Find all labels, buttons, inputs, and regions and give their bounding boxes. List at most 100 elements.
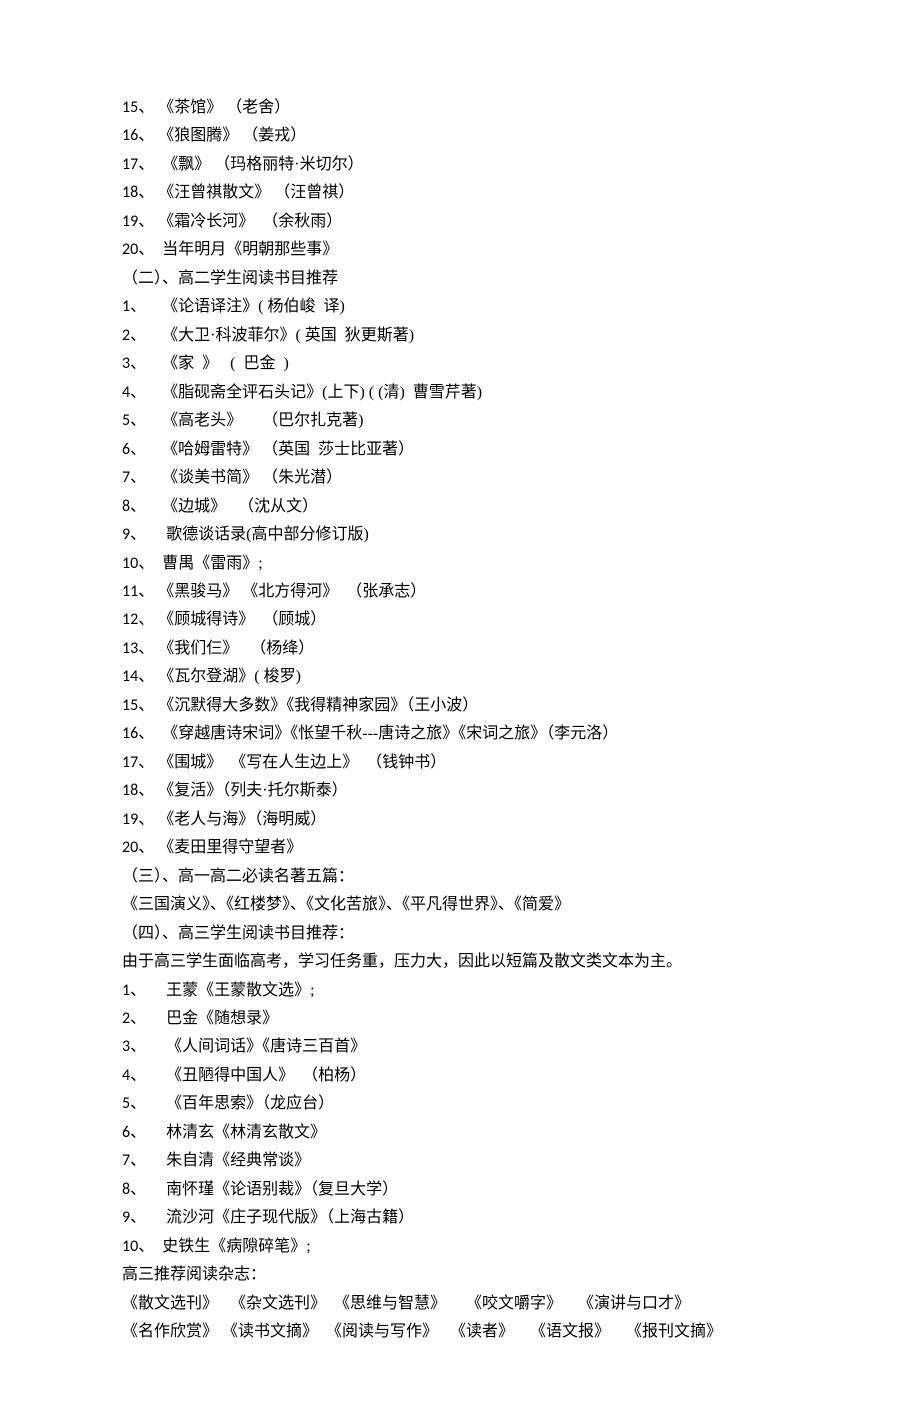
item-text: 《黑骏马》 《北方得河》 （张承志） — [158, 578, 426, 606]
section4-intro-text: 由于高三学生面临高考，学习任务重，压力大，因此以短篇及散文类文本为主。 — [122, 948, 682, 976]
item-text: 《麦田里得守望者》 — [158, 834, 302, 862]
magazine-title: 高三推荐阅读杂志： — [122, 1261, 810, 1289]
list-item: 10、 曹禺《雷雨》; — [122, 550, 810, 578]
list-item: 12、 《顾城得诗》 （顾城） — [122, 606, 810, 634]
section3-body: 《三国演义》、《红楼梦》、《文化苦旅》、《平凡得世界》、《简爱》 — [122, 891, 810, 919]
list-item: 6、 《哈姆雷特》 （英国 莎士比亚著） — [122, 436, 810, 464]
item-text: 《脂砚斋全评石头记》(上下) ( (清) 曹雪芹著) — [162, 379, 482, 407]
list-item: 3、 《人间词话》《唐诗三百首》 — [122, 1033, 810, 1061]
item-number: 4 — [122, 1062, 130, 1090]
item-separator: 、 — [130, 1033, 162, 1061]
list-item: 18、 《复活》（列夫·托尔斯泰） — [122, 777, 810, 805]
item-number: 8 — [122, 1176, 130, 1204]
list-item: 10、 史铁生《病隙碎笔》; — [122, 1233, 810, 1261]
item-text: 《人间词话》《唐诗三百首》 — [162, 1033, 366, 1061]
item-number: 14 — [122, 663, 138, 691]
item-number: 5 — [122, 407, 130, 435]
list-item: 4、 《丑陋得中国人》 （柏杨） — [122, 1062, 810, 1090]
item-text: 《汪曾祺散文》 （汪曾祺） — [158, 179, 354, 207]
magazine-title-text: 高三推荐阅读杂志： — [122, 1261, 266, 1289]
list-item: 1、 王蒙《王蒙散文选》; — [122, 977, 810, 1005]
item-text: 《瓦尔登湖》( 梭罗) — [158, 663, 301, 691]
item-separator: 、 — [130, 1204, 162, 1232]
item-text: 南怀瑾《论语别裁》（复旦大学） — [162, 1176, 398, 1204]
item-number: 10 — [122, 1233, 138, 1261]
item-number: 5 — [122, 1090, 130, 1118]
item-separator: 、 — [130, 464, 162, 492]
item-separator: 、 — [130, 493, 162, 521]
list-item: 11、 《黑骏马》 《北方得河》 （张承志） — [122, 578, 810, 606]
item-number: 3 — [122, 350, 130, 378]
item-separator: 、 — [138, 94, 158, 122]
item-text: 《家 》 ( 巴金 ) — [162, 350, 289, 378]
item-separator: 、 — [138, 834, 158, 862]
list-item: 9、 流沙河《庄子现代版》（上海古籍） — [122, 1204, 810, 1232]
item-number: 10 — [122, 550, 138, 578]
section2-title-text: （二）、高二学生阅读书目推荐 — [122, 265, 338, 293]
item-number: 19 — [122, 806, 138, 834]
item-text: 史铁生《病隙碎笔》; — [158, 1233, 310, 1261]
list-item: 7、 朱自清《经典常谈》 — [122, 1147, 810, 1175]
item-separator: 、 — [138, 749, 158, 777]
item-text: 《茶馆》 （老舍） — [158, 94, 290, 122]
item-separator: 、 — [138, 777, 158, 805]
list-item: 15、 《茶馆》 （老舍） — [122, 94, 810, 122]
item-text: 《百年思索》（龙应台） — [162, 1090, 334, 1118]
item-text: 《穿越唐诗宋词》《怅望千秋---唐诗之旅》《宋词之旅》（李元洛） — [158, 720, 618, 748]
item-text: 《边城》 （沈从文） — [162, 493, 318, 521]
item-separator: 、 — [138, 151, 158, 179]
list-item: 8、 《边城》 （沈从文） — [122, 493, 810, 521]
section4-list: 1、 王蒙《王蒙散文选》;2、 巴金《随想录》3、 《人间词话》《唐诗三百首》4… — [122, 977, 810, 1262]
list-item: 20、 《麦田里得守望者》 — [122, 834, 810, 862]
item-separator: 、 — [130, 1005, 162, 1033]
list-item: 14、 《瓦尔登湖》( 梭罗) — [122, 663, 810, 691]
item-separator: 、 — [138, 208, 158, 236]
list-item: 1、 《论语译注》( 杨伯峻 译) — [122, 293, 810, 321]
item-number: 8 — [122, 493, 130, 521]
item-number: 18 — [122, 179, 138, 207]
item-number: 1 — [122, 977, 130, 1005]
item-text: 《丑陋得中国人》 （柏杨） — [162, 1062, 366, 1090]
item-separator: 、 — [138, 720, 158, 748]
item-number: 17 — [122, 749, 138, 777]
item-text: 《狼图腾》 （姜戎） — [158, 122, 306, 150]
item-separator: 、 — [138, 236, 158, 264]
list-item: 2、 《大卫·科波菲尔》( 英国 狄更斯著) — [122, 322, 810, 350]
item-number: 15 — [122, 692, 138, 720]
item-number: 20 — [122, 834, 138, 862]
item-number: 17 — [122, 151, 138, 179]
item-separator: 、 — [130, 1176, 162, 1204]
list-item: 4、 《脂砚斋全评石头记》(上下) ( (清) 曹雪芹著) — [122, 379, 810, 407]
section2-list: 1、 《论语译注》( 杨伯峻 译)2、 《大卫·科波菲尔》( 英国 狄更斯著)3… — [122, 293, 810, 862]
magazine-line-2: 《名作欣赏》 《读书文摘》 《阅读与写作》 《读者》 《语文报》 《报刊文摘》 — [122, 1318, 810, 1346]
item-text: 歌德谈话录(高中部分修订版) — [162, 521, 369, 549]
item-separator: 、 — [130, 1090, 162, 1118]
item-separator: 、 — [138, 606, 158, 634]
item-separator: 、 — [130, 1062, 162, 1090]
item-text: 《大卫·科波菲尔》( 英国 狄更斯著) — [162, 322, 414, 350]
list-item: 5、 《百年思索》（龙应台） — [122, 1090, 810, 1118]
list-item: 16、 《狼图腾》 （姜戎） — [122, 122, 810, 150]
item-number: 6 — [122, 436, 130, 464]
item-separator: 、 — [130, 1119, 162, 1147]
item-separator: 、 — [130, 1147, 162, 1175]
item-text: 《围城》 《写在人生边上》 （钱钟书） — [158, 749, 446, 777]
list-item: 9、 歌德谈话录(高中部分修订版) — [122, 521, 810, 549]
item-text: 曹禺《雷雨》; — [158, 550, 262, 578]
item-text: 《飘》 （玛格丽特·米切尔） — [158, 151, 363, 179]
item-number: 9 — [122, 1204, 130, 1232]
item-number: 9 — [122, 521, 130, 549]
item-number: 13 — [122, 635, 138, 663]
item-number: 3 — [122, 1033, 130, 1061]
item-number: 4 — [122, 379, 130, 407]
list-item: 7、 《谈美书简》 （朱光潜） — [122, 464, 810, 492]
item-text: 《复活》（列夫·托尔斯泰） — [158, 777, 347, 805]
item-separator: 、 — [138, 806, 158, 834]
list-item: 17、 《飘》 （玛格丽特·米切尔） — [122, 151, 810, 179]
item-text: 当年明月《明朝那些事》 — [158, 236, 338, 264]
list-item: 16、 《穿越唐诗宋词》《怅望千秋---唐诗之旅》《宋词之旅》（李元洛） — [122, 720, 810, 748]
section4-title: （四）、高三学生阅读书目推荐： — [122, 920, 810, 948]
item-number: 7 — [122, 1147, 130, 1175]
item-number: 6 — [122, 1119, 130, 1147]
item-number: 1 — [122, 293, 130, 321]
